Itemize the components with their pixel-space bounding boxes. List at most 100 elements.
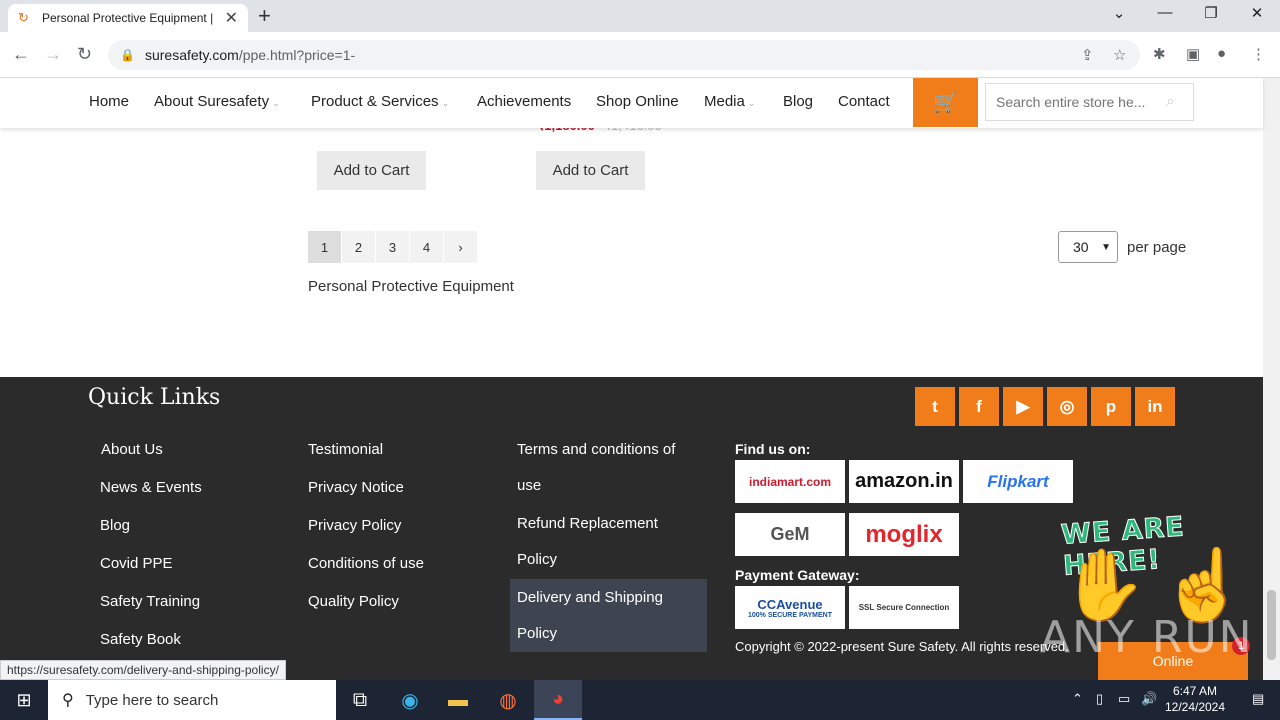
footer-link[interactable]: Policy <box>517 625 557 642</box>
clock-date: 12/24/2024 <box>1164 700 1226 714</box>
reload-icon[interactable]: ↻ <box>77 44 92 65</box>
minimize-icon[interactable]: — <box>1145 4 1185 21</box>
footer-link[interactable]: Safety Training <box>100 593 200 610</box>
footer-link[interactable]: Privacy Policy <box>308 517 401 534</box>
gem-logo[interactable]: GeM <box>735 513 845 556</box>
moglix-logo[interactable]: moglix <box>849 513 959 556</box>
tray-chevron-icon[interactable]: ⌃ <box>1072 691 1083 707</box>
footer-link[interactable]: Quality Policy <box>308 593 399 610</box>
page-scrollbar[interactable] <box>1263 78 1280 680</box>
footer-link[interactable]: Conditions of use <box>308 555 424 572</box>
nav-products[interactable]: Product & Services ⌄ <box>311 93 449 110</box>
firefox-icon[interactable]: ◍ <box>484 680 532 720</box>
twitter-icon[interactable]: t <box>915 387 955 426</box>
linkedin-icon[interactable]: in <box>1135 387 1175 426</box>
footer-link[interactable]: Terms and conditions of <box>517 441 675 458</box>
windows-taskbar: ⊞ ⚲ Type here to search ⧉ ◉ ▬ ◍ ◕ ⌃ ▯ ▭ 🔊… <box>0 680 1280 720</box>
youtube-icon[interactable]: ▶ <box>1003 387 1043 426</box>
store-search: ⌕ <box>985 83 1194 121</box>
edge-icon[interactable]: ◉ <box>386 680 434 720</box>
tray-device-icon[interactable]: ▯ <box>1096 691 1103 707</box>
copyright-text: Copyright © 2022-present Sure Safety. Al… <box>735 639 1069 654</box>
ccavenue-name: CCAvenue <box>757 596 823 612</box>
system-clock[interactable]: 6:47 AM 12/24/2024 <box>1160 683 1230 715</box>
address-bar[interactable]: 🔒 suresafety.com/ppe.html?price=1- ⇪ ☆ <box>108 40 1140 70</box>
nav-shop-online[interactable]: Shop Online <box>596 93 679 110</box>
footer-link[interactable]: Testimonial <box>308 441 383 458</box>
amazon-logo[interactable]: amazon.in <box>849 460 959 503</box>
footer-link[interactable]: use <box>517 477 541 494</box>
page-4[interactable]: 4 <box>410 231 443 263</box>
footer-link[interactable]: News & Events <box>100 479 202 496</box>
footer-link[interactable]: Safety Book <box>100 631 181 648</box>
per-page-select[interactable]: 30 ▼ <box>1058 231 1118 263</box>
nav-blog[interactable]: Blog <box>783 93 813 110</box>
footer-link[interactable]: Covid PPE <box>100 555 173 572</box>
restore-icon[interactable]: ❐ <box>1191 4 1231 22</box>
find-us-label: Find us on: <box>735 441 811 457</box>
pinterest-icon[interactable]: p <box>1091 387 1131 426</box>
task-view-icon[interactable]: ⧉ <box>336 680 384 720</box>
chrome-icon[interactable]: ◕ <box>534 680 582 720</box>
taskbar-search[interactable]: ⚲ Type here to search <box>48 680 336 720</box>
browser-tab-strip: ↻ Personal Protective Equipment | ✕ + ⌄ … <box>0 0 1280 32</box>
network-icon[interactable]: ▭ <box>1118 691 1130 707</box>
chevron-down-icon: ⌄ <box>441 98 450 108</box>
back-icon[interactable]: ← <box>12 44 30 65</box>
flipkart-logo[interactable]: Flipkart <box>963 460 1073 503</box>
lock-icon[interactable]: 🔒 <box>120 48 135 62</box>
windows-start-icon[interactable]: ⊞ <box>0 680 48 720</box>
chevron-down-icon: ⌄ <box>272 98 280 108</box>
search-input[interactable] <box>996 94 1166 110</box>
menu-dots-icon[interactable]: ⋮ <box>1251 45 1266 63</box>
page-2[interactable]: 2 <box>342 231 375 263</box>
indiamart-logo[interactable]: indiamart.com <box>735 460 845 503</box>
site-header-nav: Home About Suresafety ⌄ Product & Service… <box>0 78 1263 128</box>
nav-media[interactable]: Media ⌄ <box>704 93 755 110</box>
pagination: 1 2 3 4 › <box>308 231 478 263</box>
clock-time: 6:47 AM <box>1172 684 1218 698</box>
instagram-icon[interactable]: ◎ <box>1047 387 1087 426</box>
page-3[interactable]: 3 <box>376 231 409 263</box>
taskbar-search-placeholder: Type here to search <box>85 691 219 709</box>
facebook-icon[interactable]: f <box>959 387 999 426</box>
share-icon[interactable]: ⇪ <box>1081 46 1094 64</box>
new-tab-icon[interactable]: + <box>258 4 271 28</box>
per-page-label: per page <box>1127 239 1187 256</box>
nav-about[interactable]: About Suresafety ⌄ <box>154 93 280 110</box>
side-panel-icon[interactable]: ▣ <box>1186 45 1200 63</box>
add-to-cart-button[interactable]: Add to Cart <box>317 151 426 190</box>
nav-achievements[interactable]: Achievements <box>477 93 571 110</box>
nav-home[interactable]: Home <box>89 93 129 110</box>
close-window-icon[interactable]: ✕ <box>1237 4 1277 22</box>
profile-avatar-icon[interactable]: ● <box>1217 45 1226 62</box>
footer-link[interactable]: Delivery and Shipping <box>517 589 663 606</box>
next-page-icon[interactable]: › <box>444 231 477 263</box>
nav-contact[interactable]: Contact <box>838 93 890 110</box>
page-1[interactable]: 1 <box>308 231 341 263</box>
status-bar-url: https://suresafety.com/delivery-and-ship… <box>0 660 286 680</box>
notifications-icon[interactable]: ▤ <box>1252 691 1264 707</box>
file-explorer-icon[interactable]: ▬ <box>434 680 482 720</box>
footer-link[interactable]: About Us <box>101 441 163 458</box>
bookmark-star-icon[interactable]: ☆ <box>1113 46 1126 64</box>
footer-link[interactable]: Privacy Notice <box>308 479 404 496</box>
anyrun-watermark: ANY RUN <box>1040 612 1254 663</box>
volume-icon[interactable]: 🔊 <box>1141 691 1157 707</box>
site-favicon-icon: ↻ <box>18 10 29 25</box>
ccavenue-tagline: 100% SECURE PAYMENT <box>747 611 833 619</box>
footer-link[interactable]: Policy <box>517 551 557 568</box>
browser-tab[interactable]: ↻ Personal Protective Equipment | ✕ <box>8 4 248 32</box>
extensions-icon[interactable]: ✱ <box>1153 45 1166 63</box>
cart-button[interactable]: 🛒 <box>913 78 978 127</box>
category-description: Personal Protective Equipment <box>308 278 514 295</box>
footer-link[interactable]: Blog <box>100 517 130 534</box>
footer-link[interactable]: Refund Replacement <box>517 515 658 532</box>
quick-links-title: Quick Links <box>88 385 221 410</box>
search-icon[interactable]: ⌕ <box>1166 93 1175 111</box>
tab-search-icon[interactable]: ⌄ <box>1099 4 1139 22</box>
forward-icon[interactable]: → <box>44 44 62 65</box>
close-tab-icon[interactable]: ✕ <box>225 8 238 28</box>
add-to-cart-button[interactable]: Add to Cart <box>536 151 645 190</box>
scrollbar-thumb[interactable] <box>1267 590 1276 660</box>
